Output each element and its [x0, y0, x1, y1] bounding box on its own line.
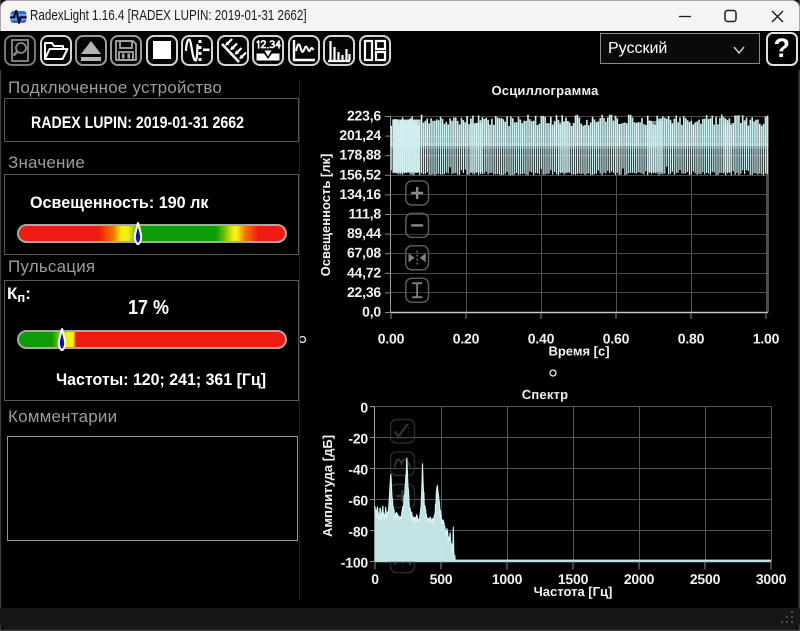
svg-text:-100: -100: [341, 555, 369, 571]
svg-text:22,36: 22,36: [347, 284, 381, 300]
svg-text:Частота [Гц]: Частота [Гц]: [534, 584, 613, 599]
svg-text:-60: -60: [348, 493, 368, 509]
svg-text:3000: 3000: [756, 571, 787, 587]
svg-text:111,8: 111,8: [349, 206, 382, 222]
svg-text:Амплитуда [дБ]: Амплитуда [дБ]: [320, 435, 335, 537]
svg-text:0,0: 0,0: [362, 304, 381, 320]
svg-text:2000: 2000: [624, 571, 655, 587]
svg-text:0.80: 0.80: [678, 331, 705, 347]
svg-text:44,72: 44,72: [347, 264, 381, 280]
svg-text:Осциллограмма: Осциллограмма: [491, 83, 599, 98]
svg-text:201,24: 201,24: [339, 127, 381, 143]
svg-text:0: 0: [360, 400, 368, 416]
svg-text:-20: -20: [348, 431, 368, 447]
svg-text:2500: 2500: [690, 571, 721, 587]
svg-text:134,16: 134,16: [339, 186, 381, 202]
svg-text:89,44: 89,44: [347, 225, 381, 241]
svg-text:Спектр: Спектр: [522, 387, 568, 402]
svg-text:1.00: 1.00: [753, 331, 780, 347]
svg-text:0.20: 0.20: [453, 331, 480, 347]
svg-text:156,52: 156,52: [339, 166, 381, 182]
svg-text:1000: 1000: [492, 571, 523, 587]
svg-text:-40: -40: [348, 462, 368, 478]
svg-text:0.00: 0.00: [378, 331, 405, 347]
svg-text:67,08: 67,08: [347, 245, 381, 261]
svg-text:223,6: 223,6: [347, 108, 381, 124]
svg-text:500: 500: [430, 571, 453, 587]
svg-text:Освещенность [лк]: Освещенность [лк]: [318, 154, 333, 277]
svg-text:Время [с]: Время [с]: [548, 344, 609, 359]
svg-text:0: 0: [371, 571, 379, 587]
svg-text:178,88: 178,88: [339, 147, 381, 163]
svg-text:-80: -80: [348, 524, 368, 540]
